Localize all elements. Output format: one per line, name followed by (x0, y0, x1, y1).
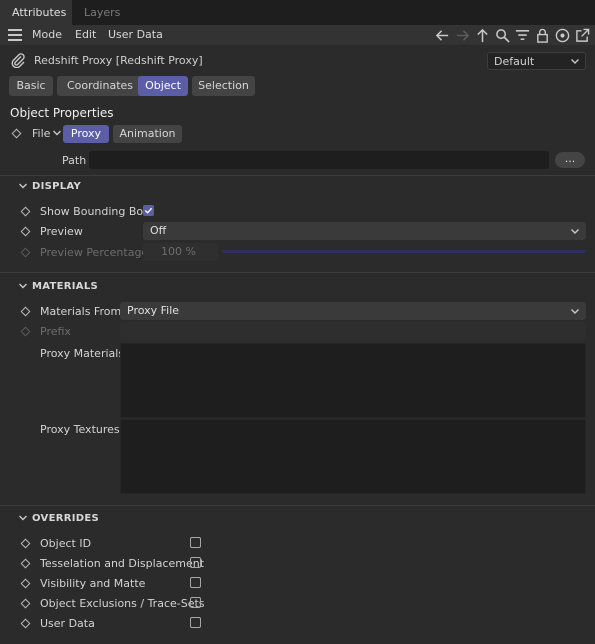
object-header: Redshift Proxy [Redshift Proxy] Default (0, 50, 595, 72)
prefix-input (120, 322, 586, 340)
new-window-icon[interactable] (574, 26, 591, 44)
preview-label: Preview (40, 225, 83, 238)
animation-key-icon[interactable] (20, 598, 31, 609)
arrow-right-icon[interactable] (454, 26, 471, 44)
animation-key-icon[interactable] (20, 306, 31, 317)
paperclip-icon (10, 52, 26, 69)
override-user-data-checkbox[interactable] (190, 617, 201, 628)
tab-coordinates[interactable]: Coordinates (57, 76, 143, 96)
override-exclusions-checkbox[interactable] (190, 597, 201, 608)
override-object-id-checkbox[interactable] (190, 537, 201, 548)
chevron-down-icon[interactable] (52, 129, 62, 137)
override-visibility-checkbox[interactable] (190, 577, 201, 588)
proxy-materials-list[interactable] (120, 343, 586, 418)
preview-pct-label: Preview Percentage (40, 246, 149, 259)
override-visibility-label: Visibility and Matte (40, 577, 146, 590)
proxy-textures-list[interactable] (120, 419, 586, 494)
override-tesselation-label: Tesselation and Displacement (40, 557, 205, 570)
path-label: Path (62, 154, 87, 167)
section-title: Object Properties (10, 106, 114, 120)
tab-object[interactable]: Object (138, 76, 188, 96)
menu-user-data[interactable]: User Data (108, 28, 163, 41)
materials-from-dropdown[interactable]: Proxy File (120, 302, 586, 320)
animation-key-icon (20, 326, 31, 337)
chevron-down-icon (571, 309, 579, 314)
hamburger-menu-icon[interactable] (8, 29, 22, 41)
animation-key-icon (20, 247, 31, 258)
materials-group-header[interactable]: MATERIALS (32, 281, 98, 292)
override-tesselation-checkbox[interactable] (190, 557, 201, 568)
animation-key-icon[interactable] (20, 226, 31, 237)
tab-layers[interactable]: Layers (72, 0, 132, 25)
separator (0, 175, 595, 176)
display-group-header[interactable]: DISPLAY (32, 181, 81, 192)
preview-pct-slider (222, 250, 586, 253)
arrow-up-icon[interactable] (474, 26, 491, 44)
prefix-label: Prefix (40, 325, 71, 338)
lock-icon[interactable] (534, 26, 551, 44)
show-bbox-label: Show Bounding Box (40, 205, 150, 218)
object-title: Redshift Proxy [Redshift Proxy] (34, 54, 203, 67)
menu-edit[interactable]: Edit (75, 28, 96, 41)
subtab-animation[interactable]: Animation (113, 125, 182, 143)
arrow-left-icon[interactable] (434, 26, 451, 44)
preview-dropdown[interactable]: Off (143, 222, 586, 240)
file-label: File (32, 127, 51, 140)
preview-pct-value: 100 % (161, 245, 196, 258)
chevron-down-icon[interactable] (18, 514, 28, 522)
preset-dropdown[interactable]: Default (487, 52, 586, 70)
animation-key-icon[interactable] (20, 578, 31, 589)
animation-key-icon[interactable] (11, 128, 22, 139)
override-exclusions-label: Object Exclusions / Trace-Sets (40, 597, 205, 610)
tab-basic[interactable]: Basic (9, 76, 53, 96)
tab-attributes[interactable]: Attributes (0, 0, 72, 25)
overrides-group-header[interactable]: OVERRIDES (32, 513, 99, 524)
override-user-data-label: User Data (40, 617, 95, 630)
separator (0, 505, 595, 506)
target-icon[interactable] (554, 26, 571, 44)
chevron-down-icon[interactable] (18, 282, 28, 290)
checkmark-icon (144, 207, 153, 214)
separator (0, 272, 595, 273)
chevron-down-icon (571, 229, 579, 234)
animation-key-icon[interactable] (20, 538, 31, 549)
filter-icon[interactable] (514, 26, 531, 44)
animation-key-icon[interactable] (20, 558, 31, 569)
menu-mode[interactable]: Mode (32, 28, 62, 41)
show-bbox-checkbox[interactable] (143, 205, 154, 216)
browse-button[interactable]: ... (555, 152, 585, 168)
chevron-down-icon (571, 59, 579, 64)
path-input[interactable] (89, 151, 549, 169)
panel-tab-bar: Attributes Layers (0, 0, 595, 25)
preset-value: Default (494, 55, 535, 68)
chevron-down-icon[interactable] (18, 182, 28, 190)
proxy-materials-label: Proxy Materials (40, 347, 125, 360)
search-icon[interactable] (494, 26, 511, 44)
subtab-proxy[interactable]: Proxy (63, 125, 109, 143)
materials-from-value: Proxy File (127, 304, 180, 317)
navigation-toolbar (434, 26, 591, 44)
materials-from-label: Materials From (40, 305, 122, 318)
preview-pct-input: 100 % (143, 243, 218, 261)
tab-selection[interactable]: Selection (192, 76, 255, 96)
animation-key-icon[interactable] (20, 618, 31, 629)
preview-value: Off (150, 224, 167, 237)
override-object-id-label: Object ID (40, 537, 92, 550)
animation-key-icon[interactable] (20, 206, 31, 217)
proxy-textures-label: Proxy Textures (40, 423, 120, 436)
menu-bar: Mode Edit User Data (0, 25, 595, 45)
